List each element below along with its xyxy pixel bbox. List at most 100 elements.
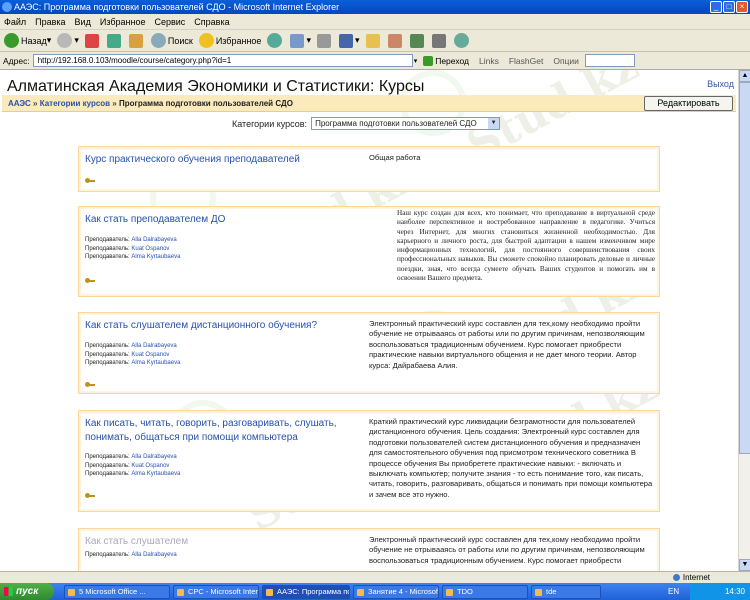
language-indicator[interactable]: EN (668, 583, 679, 600)
close-button[interactable]: × (736, 1, 748, 13)
teacher-link[interactable]: Alla Dalrabayeva (131, 454, 176, 460)
course-summary: Наш курс создан для всех, кто понимает, … (397, 209, 655, 283)
history-button[interactable] (267, 33, 284, 48)
favorites-button[interactable]: Избранное (198, 33, 261, 48)
key-icon (85, 178, 95, 183)
key-icon (85, 493, 95, 498)
home-button[interactable] (128, 33, 145, 48)
taskbar-item[interactable]: Занятие 4 - Microsof... (353, 584, 439, 599)
folder-button[interactable] (365, 33, 382, 48)
taskbar-item[interactable]: tde (531, 584, 601, 599)
taskbar-item[interactable]: TDO (442, 584, 528, 599)
edit-page-button[interactable]: ▾ (338, 33, 360, 48)
course-title-link[interactable]: Как писать, читать, говорить, разговарив… (85, 417, 355, 445)
extra-button[interactable] (453, 33, 471, 48)
taskbar-item[interactable]: 5 Microsoft Office ... (64, 584, 170, 599)
start-button[interactable]: пуск (0, 583, 54, 600)
globe-icon (672, 574, 680, 582)
teacher-row: Преподаватель: Alla Dalrabayeva (85, 237, 177, 243)
menu-edit[interactable]: Правка (35, 17, 65, 27)
toolbar-search-input[interactable] (584, 54, 635, 67)
menu-tools[interactable]: Сервис (154, 17, 185, 27)
minimize-button[interactable]: _ (710, 1, 722, 13)
go-button[interactable]: Переход (423, 55, 469, 66)
forward-button[interactable]: ▾ (57, 33, 79, 48)
mail-icon (290, 33, 305, 48)
course-summary: Электронный практический курс составлен … (369, 319, 645, 370)
maximize-button[interactable]: □ (723, 1, 735, 13)
breadcrumb: ААЭС » Категории курсов » Программа подг… (2, 95, 736, 112)
scroll-thumb[interactable] (739, 82, 750, 454)
breadcrumb-current: Программа подготовки пользователей СДО (118, 99, 293, 108)
mail-button[interactable]: ▾ (290, 33, 311, 48)
messenger-button[interactable] (387, 33, 404, 48)
menu-favorites[interactable]: Избранное (100, 17, 146, 27)
category-label: Категории курсов: (232, 118, 308, 129)
course-card: Как стать слушателем Преподаватель: Alla… (78, 528, 660, 571)
home-icon (128, 33, 143, 48)
browser-toolbar: Назад ▾ ▾ Поиск Избранное ▾ ▾ (0, 30, 750, 52)
teacher-row: Преподаватель: Alma Kyrtaubaeva (85, 254, 181, 260)
key-icon (85, 278, 95, 283)
breadcrumb-categories-link[interactable]: Категории курсов (40, 99, 110, 108)
teacher-row: Преподаватель: Alla Dalrabayeva (85, 343, 177, 349)
vertical-scrollbar[interactable]: ▲ ▼ (738, 70, 750, 571)
extra-icon (453, 33, 469, 48)
back-arrow-icon (4, 33, 19, 48)
teacher-link[interactable]: Kuat Ospanov (131, 463, 169, 469)
address-dropdown-icon[interactable]: ▾ (414, 57, 418, 65)
course-title-link[interactable]: Как стать преподавателем ДО (85, 213, 355, 227)
refresh-button[interactable] (106, 33, 123, 48)
print-icon (316, 33, 331, 48)
logout-link[interactable]: Выход (707, 79, 734, 89)
research-icon (409, 33, 424, 48)
course-card: Как стать преподавателем ДО Преподавател… (78, 206, 660, 297)
teacher-link[interactable]: Alma Kyrtaubaeva (131, 254, 180, 260)
course-title-link[interactable]: Как стать слушателем (85, 535, 355, 549)
teacher-link[interactable]: Alla Dalrabayeva (131, 552, 176, 558)
taskbar: пуск 5 Microsoft Office ... СРС - Micros… (0, 583, 750, 600)
teacher-list: Преподаватель: Alla Dalrabayeva (85, 551, 177, 560)
teacher-link[interactable]: Kuat Ospanov (131, 352, 169, 358)
teacher-link[interactable]: Alla Dalrabayeva (131, 343, 176, 349)
forward-arrow-icon (57, 33, 73, 48)
url-input[interactable]: http://192.168.0.103/moodle/course/categ… (32, 54, 413, 67)
teacher-link[interactable]: Alla Dalrabayeva (131, 237, 176, 243)
address-bar: Адрес: http://192.168.0.103/moodle/cours… (0, 52, 750, 70)
course-title-link[interactable]: Курс практического обучения преподавател… (85, 153, 355, 167)
course-card: Как стать слушателем дистанционного обуч… (78, 312, 660, 394)
scroll-up-icon[interactable]: ▲ (739, 70, 750, 82)
print-button[interactable] (316, 33, 333, 48)
menu-help[interactable]: Справка (194, 17, 229, 27)
research-button[interactable] (409, 33, 426, 48)
taskbar-item[interactable]: СРС - Microsoft Inter... (173, 584, 259, 599)
breadcrumb-home-link[interactable]: ААЭС (8, 99, 31, 108)
teacher-link[interactable]: Alma Kyrtaubaeva (131, 471, 180, 477)
search-button[interactable]: Поиск (150, 33, 193, 48)
menu-file[interactable]: Файл (4, 17, 26, 27)
taskbar-item[interactable]: ААЭС: Программа по... (262, 584, 350, 599)
links-label[interactable]: Links (479, 56, 499, 66)
stop-button[interactable] (84, 33, 101, 48)
category-select[interactable]: Программа подготовки пользователей СДО ▼ (311, 117, 501, 130)
refresh-icon (106, 33, 121, 48)
teacher-link[interactable]: Kuat Ospanov (131, 246, 169, 252)
teacher-row: Преподаватель: Alla Dalrabayeva (85, 552, 177, 558)
edit-button[interactable]: Редактировать (644, 96, 733, 111)
ie-logo-icon (2, 2, 12, 12)
course-card: Как писать, читать, говорить, разговарив… (78, 410, 660, 512)
options-button[interactable]: Опции (553, 56, 579, 66)
flashget-button[interactable]: FlashGet (509, 56, 544, 66)
system-tray: EN 14:30 (668, 583, 750, 600)
course-title-link[interactable]: Как стать слушателем дистанционного обуч… (85, 319, 355, 333)
teacher-list: Преподаватель: Alla Dalrabayeva Преподав… (85, 453, 180, 479)
back-button[interactable]: Назад ▾ (4, 33, 51, 48)
scroll-down-icon[interactable]: ▼ (739, 559, 750, 571)
address-label: Адрес: (3, 55, 30, 66)
tool-button[interactable] (431, 33, 448, 48)
menu-view[interactable]: Вид (75, 17, 91, 27)
teacher-row: Преподаватель: Alma Kyrtaubaeva (85, 471, 181, 477)
clock: 14:30 (724, 587, 745, 596)
tool-icon (431, 33, 446, 48)
teacher-link[interactable]: Alma Kyrtaubaeva (131, 360, 180, 366)
